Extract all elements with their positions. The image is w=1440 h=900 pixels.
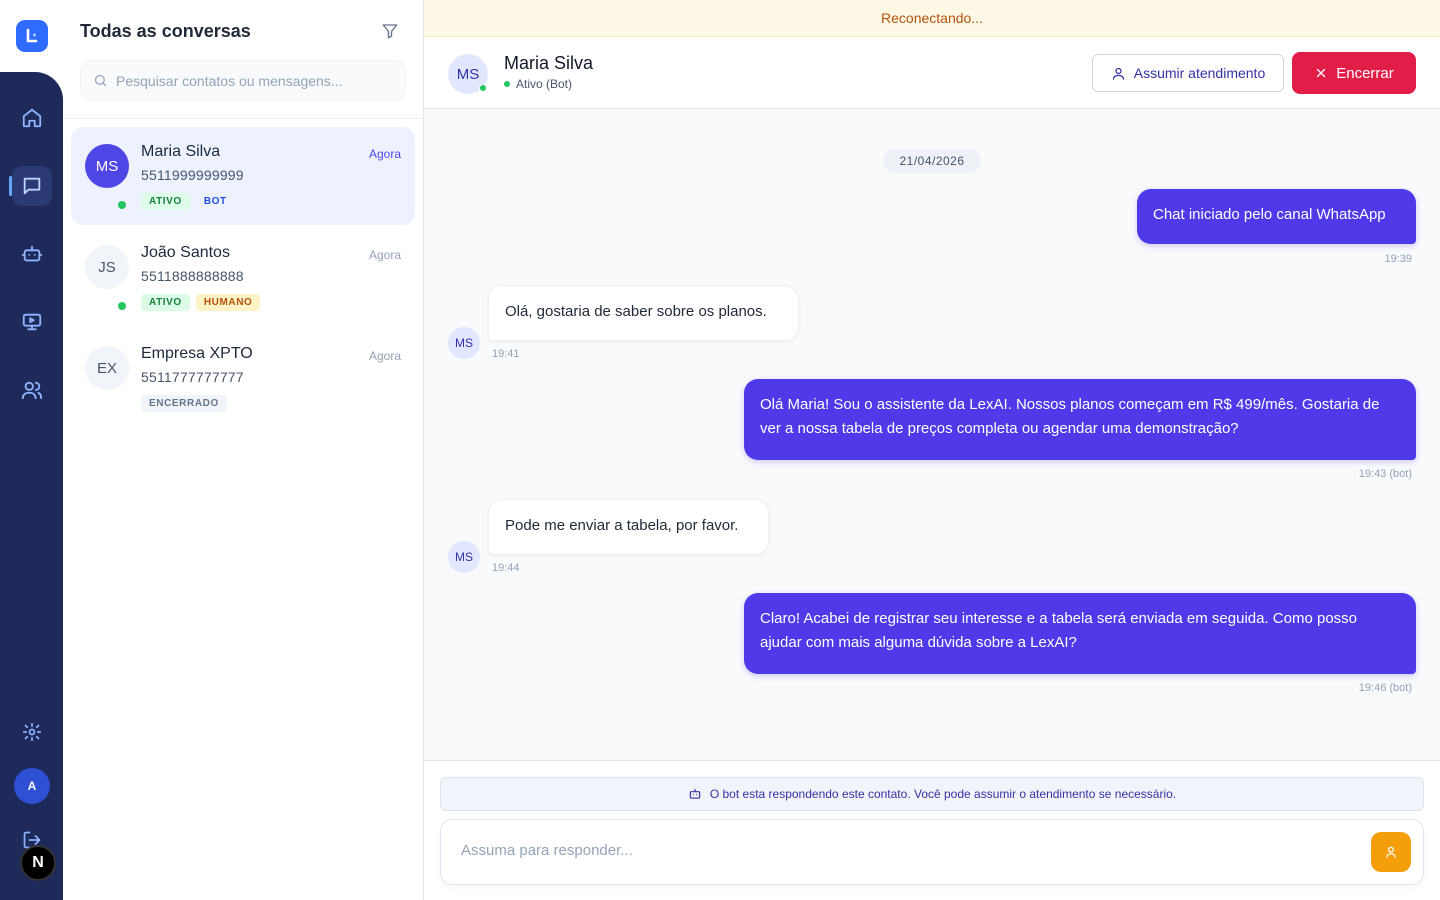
status-tags: ENCERRADO bbox=[141, 395, 227, 412]
channel-badge: BOT bbox=[203, 196, 227, 207]
conversation-item[interactable]: EX Empresa XPTO 5511777777777 Agora ENCE… bbox=[71, 329, 415, 427]
conversation-time: Agora bbox=[368, 349, 401, 363]
contact-status: Ativo (Bot) bbox=[504, 77, 572, 91]
message-avatar: MS bbox=[448, 541, 480, 573]
contact-name: Maria Silva bbox=[504, 53, 594, 73]
home-icon bbox=[22, 108, 42, 128]
nav-contacts[interactable] bbox=[12, 370, 52, 410]
nav-home[interactable] bbox=[12, 98, 52, 138]
monitor-icon bbox=[22, 313, 42, 331]
status-dot bbox=[504, 81, 510, 87]
status-badge: ENCERRADO bbox=[141, 395, 227, 412]
users-icon bbox=[21, 381, 43, 400]
message-time: 19:43 (bot) bbox=[1358, 468, 1412, 480]
message-bubble-outgoing: Olá Maria! Sou o assistente da LexAI. No… bbox=[744, 379, 1416, 460]
contact-phone: 5511888888888 bbox=[141, 268, 244, 284]
app-logo[interactable] bbox=[16, 20, 48, 52]
search-icon bbox=[94, 74, 107, 87]
reply-input[interactable] bbox=[461, 842, 1341, 859]
bot-icon bbox=[21, 245, 43, 262]
logo-icon bbox=[26, 28, 38, 43]
date-separator: 21/04/2026 bbox=[883, 149, 981, 173]
reply-box[interactable] bbox=[440, 819, 1424, 885]
end-button-label: Encerrar bbox=[1336, 64, 1394, 82]
channel-badge: HUMANO bbox=[195, 294, 261, 311]
chat-main: Reconectando... MS Maria Silva Ativo (Bo… bbox=[424, 0, 1440, 900]
contact-avatar: EX bbox=[85, 346, 129, 390]
online-indicator bbox=[118, 201, 126, 209]
contact-status-text: Ativo (Bot) bbox=[516, 77, 573, 91]
list-title: Todas as conversas bbox=[80, 21, 251, 41]
conversation-item[interactable]: MS Maria Silva 5511999999999 Agora ATIVO… bbox=[71, 127, 415, 225]
message-avatar: MS bbox=[448, 327, 480, 359]
conversation-list-header: Todas as conversas bbox=[63, 0, 423, 119]
contact-phone: 5511777777777 bbox=[141, 369, 244, 385]
message-time: 19:41 bbox=[492, 348, 520, 360]
message-time: 19:39 bbox=[1384, 253, 1412, 265]
assume-button-label: Assumir atendimento bbox=[1133, 65, 1266, 81]
chat-icon bbox=[23, 177, 41, 195]
nav-rail: A N bbox=[0, 0, 63, 900]
nav-settings[interactable] bbox=[12, 712, 52, 752]
message-bubble-incoming: Olá, gostaria de saber sobre os planos. bbox=[488, 285, 799, 341]
search-box[interactable] bbox=[80, 60, 406, 101]
assume-button[interactable]: Assumir atendimento bbox=[1092, 54, 1284, 92]
message-bubble-incoming: Pode me enviar a tabela, por favor. bbox=[488, 499, 769, 555]
nav-monitor[interactable] bbox=[12, 302, 52, 342]
conversation-time: Agora bbox=[368, 248, 401, 262]
contact-name: Empresa XPTO bbox=[141, 345, 253, 362]
n-badge[interactable]: N bbox=[20, 845, 56, 881]
contact-name: João Santos bbox=[141, 244, 230, 261]
settings-icon bbox=[22, 722, 42, 742]
status-tags: ATIVO BOT bbox=[141, 193, 235, 210]
nav-conversations[interactable] bbox=[12, 166, 52, 206]
bot-notice-text: O bot esta respondendo este contato. Voc… bbox=[709, 787, 1177, 801]
status-badge: ATIVO bbox=[141, 294, 190, 311]
conversation-time: Agora bbox=[368, 147, 401, 161]
filter-icon bbox=[382, 24, 398, 39]
reconnecting-banner: Reconectando... bbox=[424, 0, 1440, 37]
conversation-list-panel: Todas as conversas MS Maria Silva 551199… bbox=[63, 0, 424, 900]
nav-bots[interactable] bbox=[12, 234, 52, 274]
assume-reply-button[interactable] bbox=[1371, 832, 1411, 872]
user-icon bbox=[1112, 67, 1124, 80]
chat-header: MS Maria Silva Ativo (Bot) Assumir atend… bbox=[424, 37, 1440, 109]
contact-avatar: MS bbox=[85, 144, 129, 188]
status-badge: ATIVO bbox=[141, 193, 190, 210]
message-time: 19:46 (bot) bbox=[1358, 682, 1412, 694]
bot-icon bbox=[689, 788, 701, 799]
status-tags: ATIVO HUMANO bbox=[141, 294, 261, 311]
close-icon bbox=[1317, 68, 1326, 78]
message-bubble-outgoing: Chat iniciado pelo canal WhatsApp bbox=[1137, 189, 1416, 244]
message-bubble-outgoing: Claro! Acabei de registrar seu interesse… bbox=[744, 593, 1416, 674]
user-icon bbox=[1386, 846, 1396, 858]
bot-notice: O bot esta respondendo este contato. Voc… bbox=[440, 777, 1424, 811]
filter-button[interactable] bbox=[381, 22, 401, 42]
conversation-item[interactable]: JS João Santos 5511888888888 Agora ATIVO… bbox=[71, 228, 415, 326]
contact-name: Maria Silva bbox=[141, 143, 221, 160]
message-time: 19:44 bbox=[492, 562, 520, 574]
user-avatar[interactable]: A bbox=[14, 768, 50, 804]
contact-phone: 5511999999999 bbox=[141, 167, 244, 183]
contact-avatar: JS bbox=[85, 245, 129, 289]
end-button[interactable]: Encerrar bbox=[1292, 52, 1416, 94]
online-indicator bbox=[479, 84, 487, 92]
online-indicator bbox=[118, 302, 126, 310]
composer-area: O bot esta respondendo este contato. Voc… bbox=[424, 760, 1440, 900]
search-input[interactable] bbox=[116, 72, 386, 89]
